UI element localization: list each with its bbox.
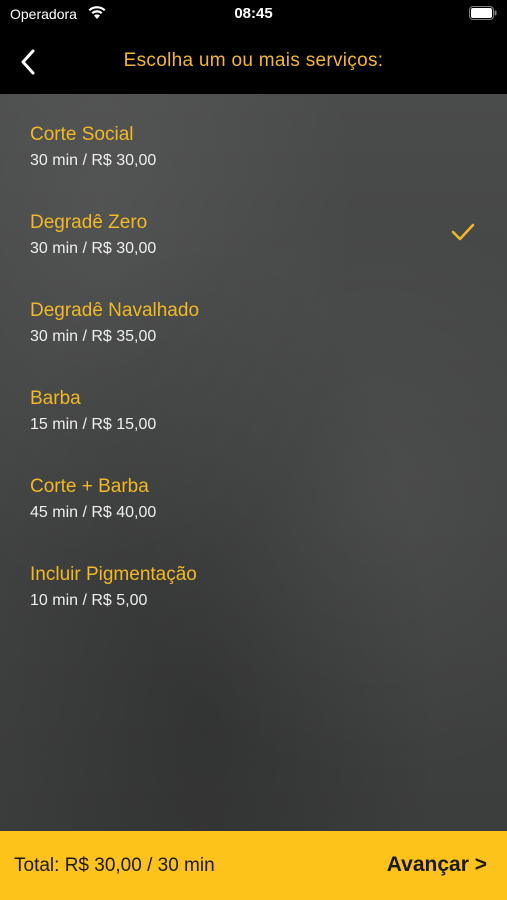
service-detail: 30 min / R$ 30,00	[30, 152, 157, 169]
service-item-incluir-pigmentacao[interactable]: Incluir Pigmentação 10 min / R$ 5,00	[0, 534, 507, 622]
service-detail: 10 min / R$ 5,00	[30, 592, 148, 609]
footer-bar: Total: R$ 30,00 / 30 min Avançar >	[0, 831, 507, 900]
service-item-corte-social[interactable]: Corte Social 30 min / R$ 30,00	[0, 94, 507, 182]
battery-icon	[469, 6, 497, 20]
chevron-left-icon	[21, 49, 35, 75]
service-item-barba[interactable]: Barba 15 min / R$ 15,00	[0, 358, 507, 446]
service-item-corte-barba[interactable]: Corte + Barba 45 min / R$ 40,00	[0, 446, 507, 534]
service-detail: 30 min / R$ 30,00	[30, 240, 157, 257]
clock: 08:45	[234, 5, 273, 22]
service-detail: 30 min / R$ 35,00	[30, 328, 157, 345]
page-title: Escolha um ou mais serviços:	[123, 50, 384, 71]
total-summary: Total: R$ 30,00 / 30 min	[14, 855, 215, 876]
advance-button[interactable]: Avançar >	[387, 853, 487, 877]
service-item-degrade-zero[interactable]: Degradê Zero 30 min / R$ 30,00	[0, 182, 507, 270]
service-name: Incluir Pigmentação	[30, 564, 197, 585]
service-detail: 15 min / R$ 15,00	[30, 416, 157, 433]
service-name: Barba	[30, 388, 81, 409]
service-name: Corte + Barba	[30, 476, 149, 497]
back-button[interactable]	[10, 44, 46, 80]
service-name: Degradê Navalhado	[30, 300, 200, 321]
service-item-degrade-navalhado[interactable]: Degradê Navalhado 30 min / R$ 35,00	[0, 270, 507, 358]
service-name: Degradê Zero	[30, 212, 148, 233]
status-bar: Operadora 08:45	[0, 0, 507, 30]
navigation-bar: Escolha um ou mais serviços:	[0, 30, 507, 94]
checkmark-icon	[451, 223, 475, 241]
services-list: Corte Social 30 min / R$ 30,00 Degradê Z…	[0, 94, 507, 831]
service-name: Corte Social	[30, 124, 134, 145]
service-detail: 45 min / R$ 40,00	[30, 504, 157, 521]
